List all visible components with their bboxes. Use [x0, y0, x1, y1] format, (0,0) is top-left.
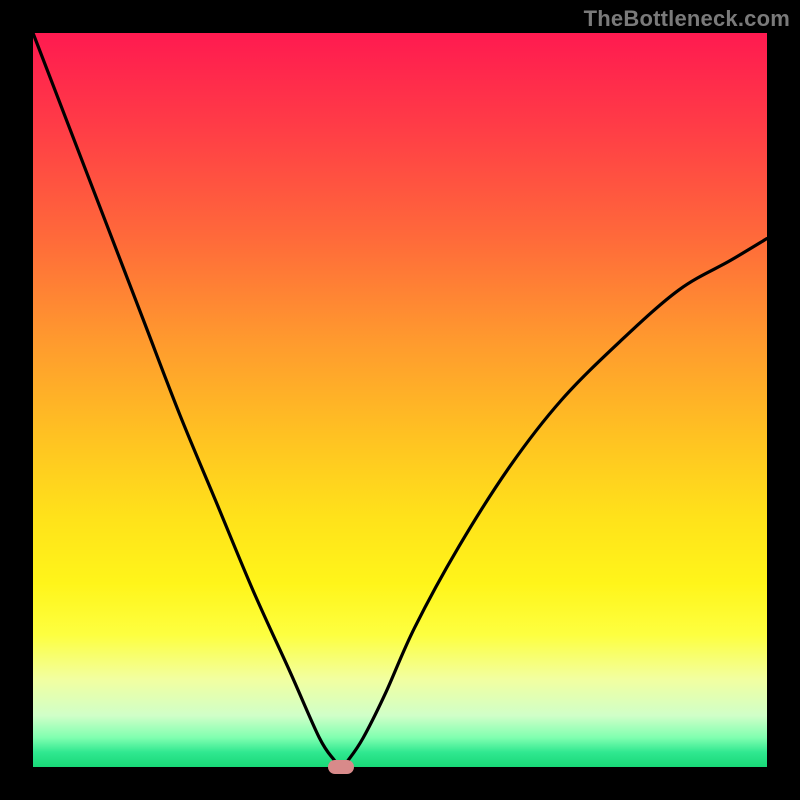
optimum-marker: [328, 760, 354, 774]
plot-area: [33, 33, 767, 767]
chart-frame: TheBottleneck.com: [0, 0, 800, 800]
watermark-text: TheBottleneck.com: [584, 6, 790, 32]
bottleneck-curve: [33, 33, 767, 767]
curve-path: [33, 33, 767, 767]
